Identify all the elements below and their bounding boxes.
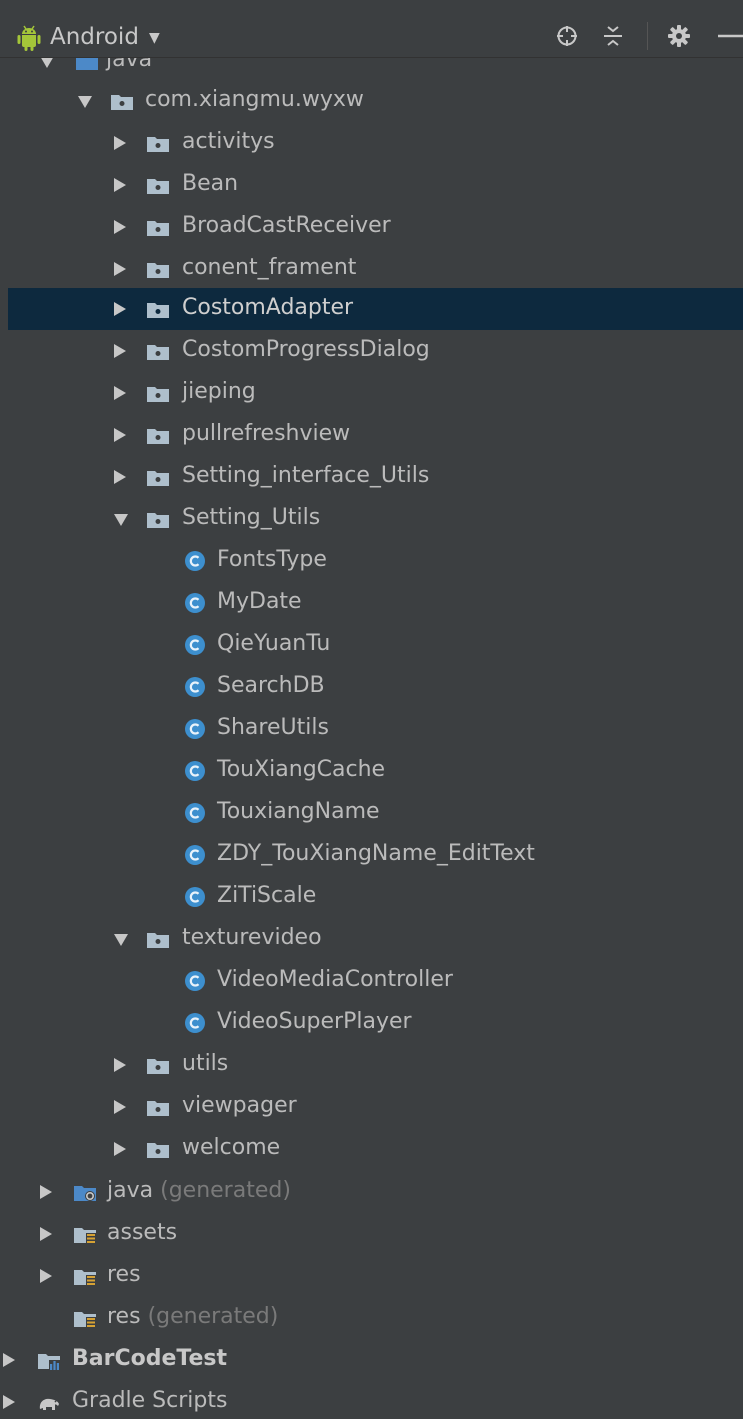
resource-folder-icon — [74, 1270, 96, 1286]
class-icon — [185, 761, 205, 781]
tree-row-folder-selected[interactable]: CostomAdapter — [8, 288, 743, 330]
gradle-elephant-icon — [39, 1398, 59, 1410]
class-icon — [185, 971, 205, 991]
tree-row-res[interactable]: res — [0, 1255, 743, 1297]
generated-source-folder-icon — [74, 1186, 96, 1201]
chevron-right-icon[interactable] — [114, 1058, 126, 1072]
chevron-right-icon[interactable] — [114, 428, 126, 442]
package-folder-icon — [147, 303, 169, 318]
package-folder-icon — [147, 429, 169, 444]
project-toolbar: Android ▼ — [0, 0, 743, 58]
package-folder-icon — [147, 933, 169, 948]
tree-row-module[interactable]: BarCodeTest — [0, 1339, 743, 1381]
chevron-down-icon[interactable] — [114, 934, 128, 946]
chevron-right-icon[interactable] — [114, 178, 126, 192]
tree-row-texturevideo[interactable]: texturevideo — [0, 918, 743, 960]
chevron-right-icon[interactable] — [114, 1142, 126, 1156]
package-folder-icon — [147, 1143, 169, 1158]
class-icon — [185, 719, 205, 739]
chevron-down-icon[interactable] — [40, 58, 54, 68]
chevron-right-icon[interactable] — [40, 1269, 52, 1283]
chevron-down-icon: ▼ — [148, 30, 160, 46]
gear-icon[interactable] — [665, 22, 693, 50]
tree-row-folder[interactable]: Setting_interface_Utils — [0, 456, 743, 498]
class-icon — [185, 845, 205, 865]
chevron-right-icon[interactable] — [114, 344, 126, 358]
tree-row-res-generated[interactable]: res (generated) — [0, 1297, 743, 1339]
tree-row-folder[interactable]: utils — [0, 1044, 743, 1086]
package-folder-icon — [147, 179, 169, 194]
tree-row-class[interactable]: VideoSuperPlayer — [0, 1002, 743, 1044]
chevron-right-icon[interactable] — [40, 1227, 52, 1241]
chevron-right-icon[interactable] — [114, 262, 126, 276]
tree-row-folder[interactable]: jieping — [0, 372, 743, 414]
tree-row-setting-utils[interactable]: Setting_Utils — [0, 498, 743, 540]
package-folder-icon — [147, 345, 169, 360]
chevron-down-icon[interactable] — [78, 96, 92, 108]
tree-row-class[interactable]: ZiTiScale — [0, 876, 743, 918]
minimize-icon[interactable] — [712, 22, 743, 50]
chevron-right-icon[interactable] — [3, 1395, 15, 1409]
tree-row-assets[interactable]: assets — [0, 1213, 743, 1255]
view-switcher[interactable]: Android ▼ — [16, 22, 160, 52]
package-folder-icon — [111, 95, 133, 110]
tree-row-class[interactable]: MyDate — [0, 582, 743, 624]
resource-folder-icon — [74, 1228, 96, 1244]
tree-row-class[interactable]: VideoMediaController — [0, 960, 743, 1002]
tree-row-folder[interactable]: conent_frament — [0, 248, 743, 290]
package-folder-icon — [147, 387, 169, 402]
module-folder-icon — [38, 1354, 60, 1370]
project-tree: java com.xiangmu.wyxw activitys Bean Bro… — [0, 58, 743, 1419]
class-icon — [185, 593, 205, 613]
package-folder-icon — [147, 1059, 169, 1074]
tree-row-class[interactable]: ShareUtils — [0, 708, 743, 750]
toolbar-separator — [647, 22, 648, 50]
package-folder-icon — [147, 221, 169, 236]
tree-row-java-generated[interactable]: java (generated) — [0, 1171, 743, 1213]
tree-row-folder[interactable]: CostomProgressDialog — [0, 330, 743, 372]
chevron-right-icon[interactable] — [3, 1353, 15, 1367]
chevron-right-icon[interactable] — [114, 220, 126, 234]
tree-row-class[interactable]: ZDY_TouXiangName_EditText — [0, 834, 743, 876]
tree-row-folder[interactable]: BroadCastReceiver — [0, 206, 743, 248]
tree-row-folder[interactable]: welcome — [0, 1128, 743, 1170]
chevron-right-icon[interactable] — [114, 470, 126, 484]
tree-row-java[interactable]: java — [0, 58, 743, 82]
package-folder-icon — [147, 137, 169, 152]
chevron-right-icon[interactable] — [114, 302, 126, 316]
collapse-icon[interactable] — [599, 22, 627, 50]
class-icon — [185, 803, 205, 823]
tree-row-class[interactable]: TouXiangCache — [0, 750, 743, 792]
resource-folder-icon — [74, 1312, 96, 1328]
package-folder-icon — [147, 1101, 169, 1116]
chevron-right-icon[interactable] — [114, 1100, 126, 1114]
tree-row-class[interactable]: FontsType — [0, 540, 743, 582]
class-icon — [185, 1013, 205, 1033]
package-folder-icon — [147, 513, 169, 528]
source-folder-icon — [76, 58, 98, 70]
tree-row-folder[interactable]: viewpager — [0, 1086, 743, 1128]
android-icon — [17, 25, 41, 51]
tree-row-package[interactable]: com.xiangmu.wyxw — [0, 80, 743, 122]
class-icon — [185, 677, 205, 697]
tree-row-class[interactable]: SearchDB — [0, 666, 743, 708]
tree-row-folder[interactable]: activitys — [0, 122, 743, 164]
class-icon — [185, 551, 205, 571]
package-folder-icon — [147, 263, 169, 278]
chevron-right-icon[interactable] — [40, 1185, 52, 1199]
package-folder-icon — [147, 471, 169, 486]
class-icon — [185, 887, 205, 907]
tree-row-class[interactable]: TouxiangName — [0, 792, 743, 834]
chevron-right-icon[interactable] — [114, 386, 126, 400]
tree-row-folder[interactable]: pullrefreshview — [0, 414, 743, 456]
tree-row-gradle-scripts[interactable]: Gradle Scripts — [0, 1381, 743, 1419]
tree-row-class[interactable]: QieYuanTu — [0, 624, 743, 666]
class-icon — [185, 635, 205, 655]
view-title: Android — [50, 24, 139, 50]
chevron-right-icon[interactable] — [114, 136, 126, 150]
chevron-down-icon[interactable] — [114, 514, 128, 526]
tree-row-folder[interactable]: Bean — [0, 164, 743, 206]
locate-icon[interactable] — [553, 22, 581, 50]
